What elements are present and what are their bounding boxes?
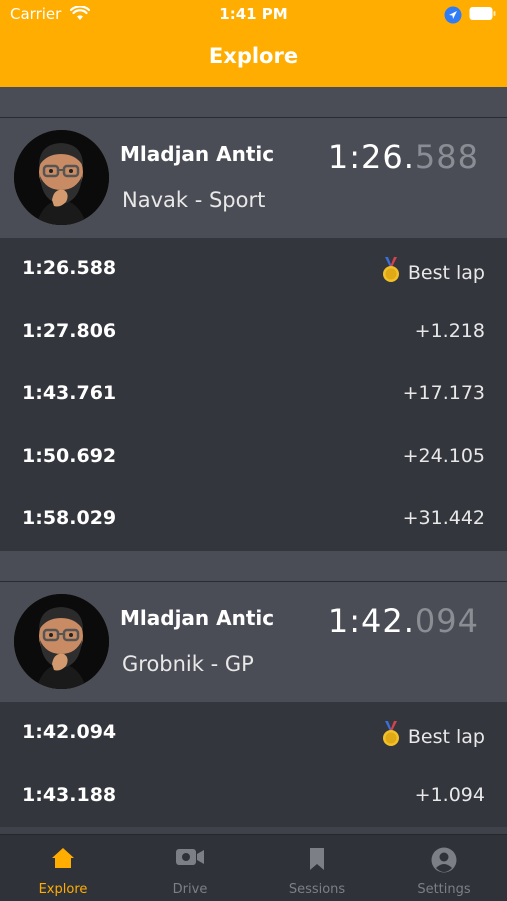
lap-time: 1:26.588 xyxy=(22,257,117,279)
lap-delta: +17.173 xyxy=(402,382,485,405)
section-spacer xyxy=(0,87,507,118)
session-card-header[interactable]: Mladjan Antic Grobnik - GP 1:42.094 xyxy=(0,581,507,702)
page-title: Explore xyxy=(208,44,299,68)
tab-label: Settings xyxy=(417,882,471,897)
best-lap-ms: 588 xyxy=(414,138,479,176)
track-name: Grobnik - GP xyxy=(122,651,254,676)
section-spacer xyxy=(0,550,507,582)
lap-row[interactable]: 1:43.761 +17.173 xyxy=(0,363,507,426)
lap-delta: +1.218 xyxy=(414,319,485,342)
tab-settings[interactable]: Settings xyxy=(381,835,507,901)
driver-name: Mladjan Antic xyxy=(120,605,275,630)
driver-name: Mladjan Antic xyxy=(120,142,275,166)
lap-time: 1:43.188 xyxy=(22,783,117,806)
best-lap-main: 1:26. xyxy=(327,138,415,176)
lap-list: 1:42.094 Best lap 1:43.188 +1.094 xyxy=(0,701,507,828)
lap-row[interactable]: 1:43.188 +1.094 xyxy=(0,765,507,828)
home-icon xyxy=(52,848,74,868)
avatar xyxy=(14,130,109,225)
lap-row[interactable]: 1:50.692 +24.105 xyxy=(0,426,507,489)
lap-delta: +24.105 xyxy=(402,444,485,467)
lap-time: 1:50.692 xyxy=(22,444,117,467)
lap-delta: +1.094 xyxy=(414,783,485,806)
lap-delta: Best lap xyxy=(382,257,485,284)
best-lap-time: 1:42.094 xyxy=(328,602,479,640)
tab-explore[interactable]: Explore xyxy=(0,835,126,901)
lap-delta: Best lap xyxy=(382,720,485,748)
battery-icon xyxy=(469,7,496,20)
session-card-header[interactable]: Mladjan Antic Navak - Sport 1:26.588 xyxy=(0,118,507,238)
tab-bar: Explore Drive Sessions Settings xyxy=(0,834,507,901)
nav-header: Carrier 1:41 PM Explore xyxy=(0,0,507,87)
lap-time: 1:42.094 xyxy=(22,720,117,743)
medal-icon xyxy=(382,720,399,746)
lap-time: 1:58.029 xyxy=(22,507,117,530)
lap-row[interactable]: 1:42.094 Best lap xyxy=(0,702,507,765)
best-lap-main: 1:42. xyxy=(327,601,415,640)
lap-list: 1:26.588 Best lap 1:27.806 +1.218 1:43.7… xyxy=(0,238,507,551)
tab-label: Explore xyxy=(38,882,88,897)
best-lap-ms: 094 xyxy=(414,601,479,640)
track-name: Navak - Sport xyxy=(122,188,266,212)
status-bar: Carrier 1:41 PM xyxy=(0,0,507,30)
tab-sessions[interactable]: Sessions xyxy=(254,835,380,901)
bookmark-icon xyxy=(310,848,324,870)
session-feed[interactable]: Mladjan Antic Navak - Sport 1:26.588 1:2… xyxy=(0,87,507,834)
lap-row[interactable]: 1:26.588 Best lap xyxy=(0,238,507,301)
avatar xyxy=(14,593,109,689)
clock: 1:41 PM xyxy=(219,5,288,23)
lap-row[interactable]: 1:58.029 +31.442 xyxy=(0,488,507,551)
best-lap-label: Best lap xyxy=(407,725,485,748)
memoji-avatar-image xyxy=(14,130,109,225)
tab-label: Drive xyxy=(172,882,208,897)
video-camera-icon xyxy=(176,849,204,865)
best-lap-time: 1:26.588 xyxy=(328,138,479,176)
medal-icon xyxy=(382,257,399,282)
tab-drive[interactable]: Drive xyxy=(127,835,253,901)
lap-row[interactable]: 1:27.806 +1.218 xyxy=(0,301,507,364)
tab-label: Sessions xyxy=(288,882,346,897)
lap-time: 1:27.806 xyxy=(22,319,117,342)
best-lap-label: Best lap xyxy=(407,262,485,284)
location-icon xyxy=(444,6,462,24)
memoji-avatar-image xyxy=(14,593,109,689)
lap-time: 1:43.761 xyxy=(22,382,117,405)
person-icon xyxy=(431,847,457,873)
lap-delta: +31.442 xyxy=(402,507,485,530)
